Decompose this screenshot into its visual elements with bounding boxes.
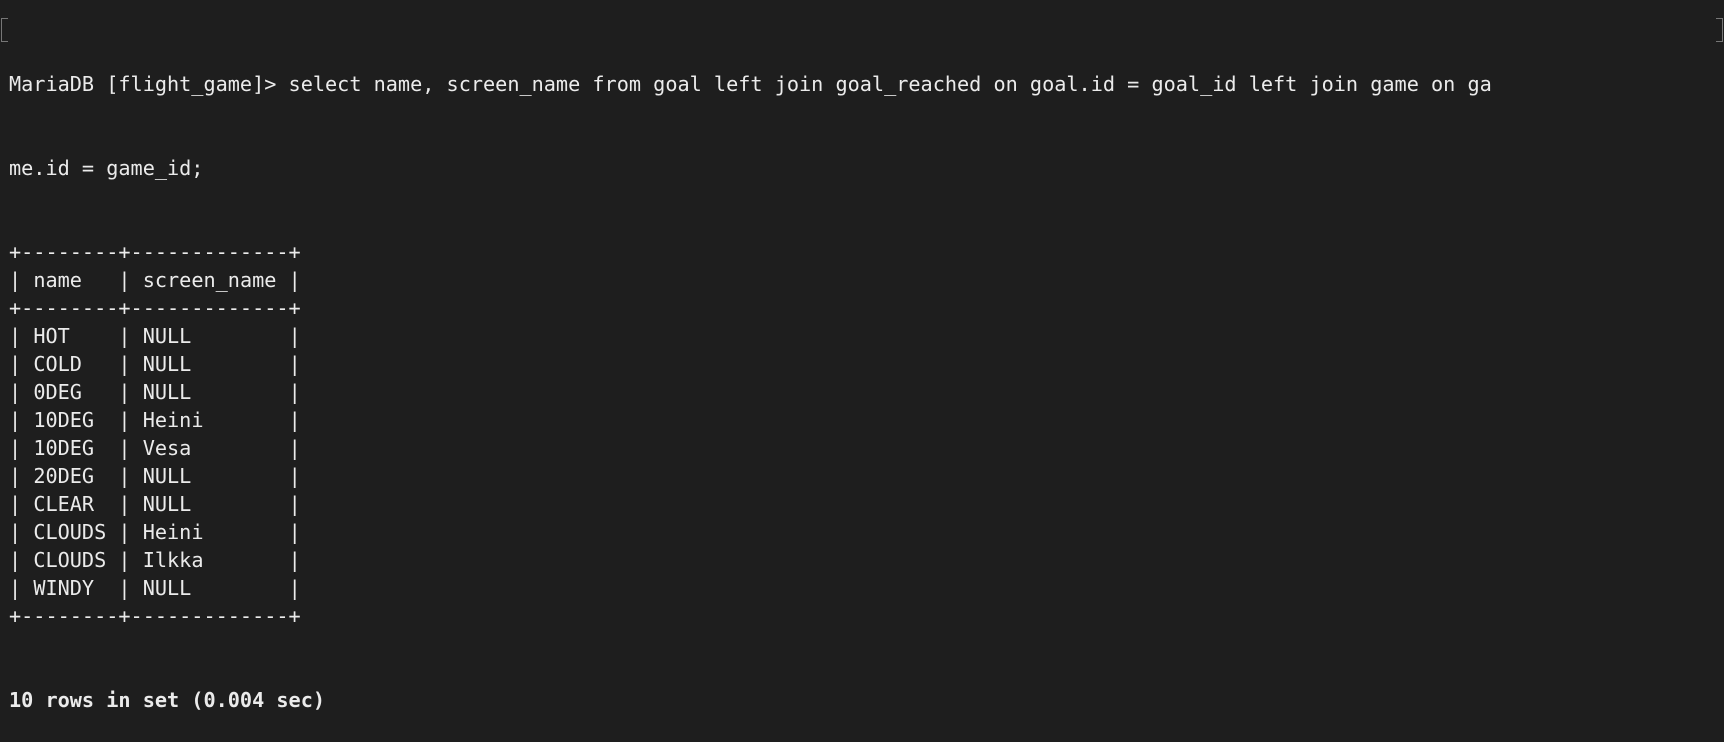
table-cell: NULL xyxy=(142,576,192,600)
table-row: | 10DEG | Heini | xyxy=(9,408,301,432)
command-line: MariaDB [flight_game]> select name, scre… xyxy=(9,70,1492,98)
table-row: | WINDY | NULL | xyxy=(9,576,301,600)
result-table: +--------+-------------+ | name | screen_… xyxy=(9,238,1492,630)
selection-bracket-left xyxy=(1,18,8,42)
command-text: select name, screen_name from goal left … xyxy=(288,72,1492,96)
table-row: | COLD | NULL | xyxy=(9,352,301,376)
table-cell: CLOUDS xyxy=(33,548,107,572)
table-border: +--------+-------------+ xyxy=(9,604,301,628)
table-row: | CLEAR | NULL | xyxy=(9,492,301,516)
table-row: | HOT | NULL | xyxy=(9,324,301,348)
table-cell: WINDY xyxy=(33,576,95,600)
table-cell: Heini xyxy=(142,408,204,432)
table-cell: NULL xyxy=(142,380,192,404)
column-header: name xyxy=(33,268,82,292)
table-cell: COLD xyxy=(33,352,82,376)
table-cell: NULL xyxy=(142,324,192,348)
terminal-output[interactable]: MariaDB [flight_game]> select name, scre… xyxy=(9,14,1492,742)
result-summary: 10 rows in set (0.004 sec) xyxy=(9,688,326,712)
table-row: | 10DEG | Vesa | xyxy=(9,436,301,460)
table-cell: CLEAR xyxy=(33,492,95,516)
prompt: MariaDB [flight_game]> xyxy=(9,72,289,96)
table-cell: Heini xyxy=(142,520,204,544)
column-header: screen_name xyxy=(142,268,277,292)
table-cell: 0DEG xyxy=(33,380,82,404)
table-cell: NULL xyxy=(142,464,192,488)
table-cell: HOT xyxy=(33,324,70,348)
table-cell: 10DEG xyxy=(33,408,95,432)
table-cell: CLOUDS xyxy=(33,520,107,544)
table-row: | 0DEG | NULL | xyxy=(9,380,301,404)
table-row: | CLOUDS | Ilkka | xyxy=(9,548,301,572)
selection-bracket-right xyxy=(1716,18,1723,42)
table-cell: NULL xyxy=(142,352,192,376)
table-cell: Ilkka xyxy=(142,548,204,572)
table-cell: NULL xyxy=(142,492,192,516)
table-cell: 10DEG xyxy=(33,436,95,460)
table-border: +--------+-------------+ xyxy=(9,296,301,320)
table-header: | name | screen_name | xyxy=(9,268,301,292)
table-row: | 20DEG | NULL | xyxy=(9,464,301,488)
command-line-continued: me.id = game_id; xyxy=(9,156,204,180)
table-cell: Vesa xyxy=(142,436,192,460)
table-border: +--------+-------------+ xyxy=(9,240,301,264)
table-row: | CLOUDS | Heini | xyxy=(9,520,301,544)
table-cell: 20DEG xyxy=(33,464,95,488)
